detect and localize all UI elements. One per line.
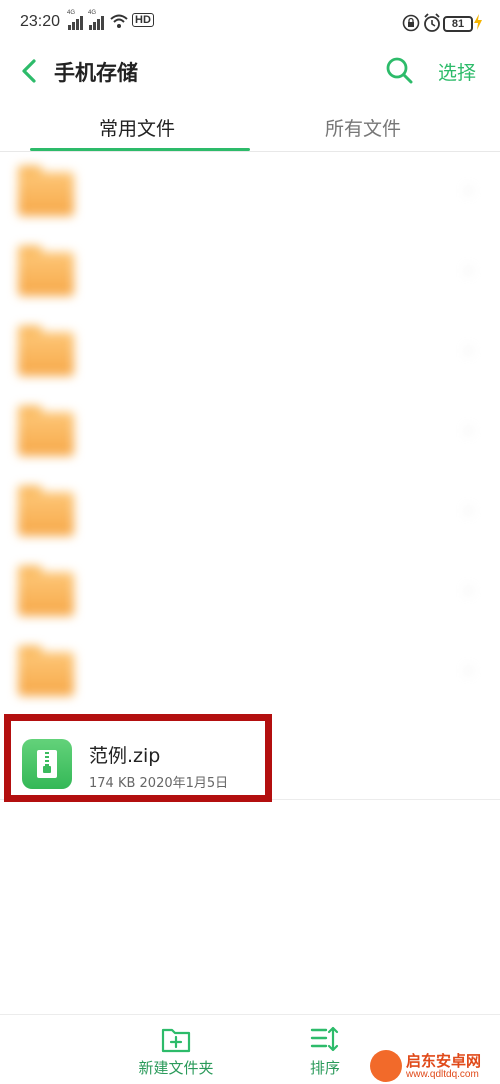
sort-button[interactable]: 排序 (298, 1025, 352, 1078)
sort-label: 排序 (309, 1059, 340, 1077)
alarm-icon (424, 13, 440, 32)
tab-all-files[interactable]: 所有文件 (238, 114, 488, 141)
chevron-right-icon: › (465, 660, 473, 681)
signal-label-2: 4G (88, 10, 97, 16)
folder-row[interactable]: › (0, 632, 500, 712)
chevron-right-icon: › (465, 580, 473, 601)
folder-row[interactable]: › (0, 152, 500, 232)
chevron-right-icon: › (465, 420, 473, 441)
folder-row[interactable]: › (0, 392, 500, 472)
signal-icon: 4G (67, 10, 83, 30)
sort-icon (310, 1026, 339, 1052)
hd-badge: HD (132, 13, 154, 27)
wifi-icon (110, 14, 128, 28)
charging-icon (474, 14, 482, 30)
status-time: 23:20 (20, 13, 61, 30)
file-list: › › › › › › › (0, 152, 500, 712)
select-button[interactable]: 选择 (438, 58, 476, 85)
chevron-right-icon: › (465, 340, 473, 361)
chevron-right-icon: › (465, 500, 473, 521)
tab-bar: 常用文件 所有文件 (0, 100, 500, 152)
folder-row[interactable]: › (0, 552, 500, 632)
folder-row[interactable]: › (0, 232, 500, 312)
folder-icon (18, 406, 74, 456)
search-icon[interactable] (385, 56, 413, 84)
status-bar: 23:20 4G 4G HD 81 (0, 0, 500, 46)
folder-icon (18, 566, 74, 616)
watermark-url: www.qdltdq.com (406, 1069, 479, 1080)
folder-icon (18, 166, 74, 216)
app-header: 手机存储 选择 (0, 46, 500, 98)
folder-icon (18, 646, 74, 696)
folder-row[interactable]: › (0, 312, 500, 392)
rotation-lock-icon (402, 14, 420, 32)
signal-label-1: 4G (67, 10, 76, 16)
folder-row[interactable]: › (0, 472, 500, 552)
tab-common-files[interactable]: 常用文件 (12, 114, 262, 141)
back-arrow-icon[interactable] (16, 56, 44, 86)
chevron-right-icon: › (465, 180, 473, 201)
folder-icon (18, 246, 74, 296)
new-folder-icon (161, 1028, 191, 1053)
new-folder-label: 新建文件夹 (138, 1059, 214, 1077)
folder-icon (18, 486, 74, 536)
page-title: 手机存储 (54, 61, 138, 85)
watermark: 启东安卓网 www.qdltdq.com (370, 1050, 500, 1084)
new-folder-button[interactable]: 新建文件夹 (136, 1025, 216, 1078)
chevron-right-icon: › (465, 260, 473, 281)
tab-indicator (30, 148, 250, 151)
folder-icon (18, 326, 74, 376)
highlight-annotation (4, 714, 272, 802)
battery-icon: 81 (443, 16, 473, 32)
watermark-title: 启东安卓网 (406, 1052, 482, 1070)
watermark-logo-icon (370, 1050, 402, 1082)
signal-icon-2: 4G (88, 10, 104, 30)
